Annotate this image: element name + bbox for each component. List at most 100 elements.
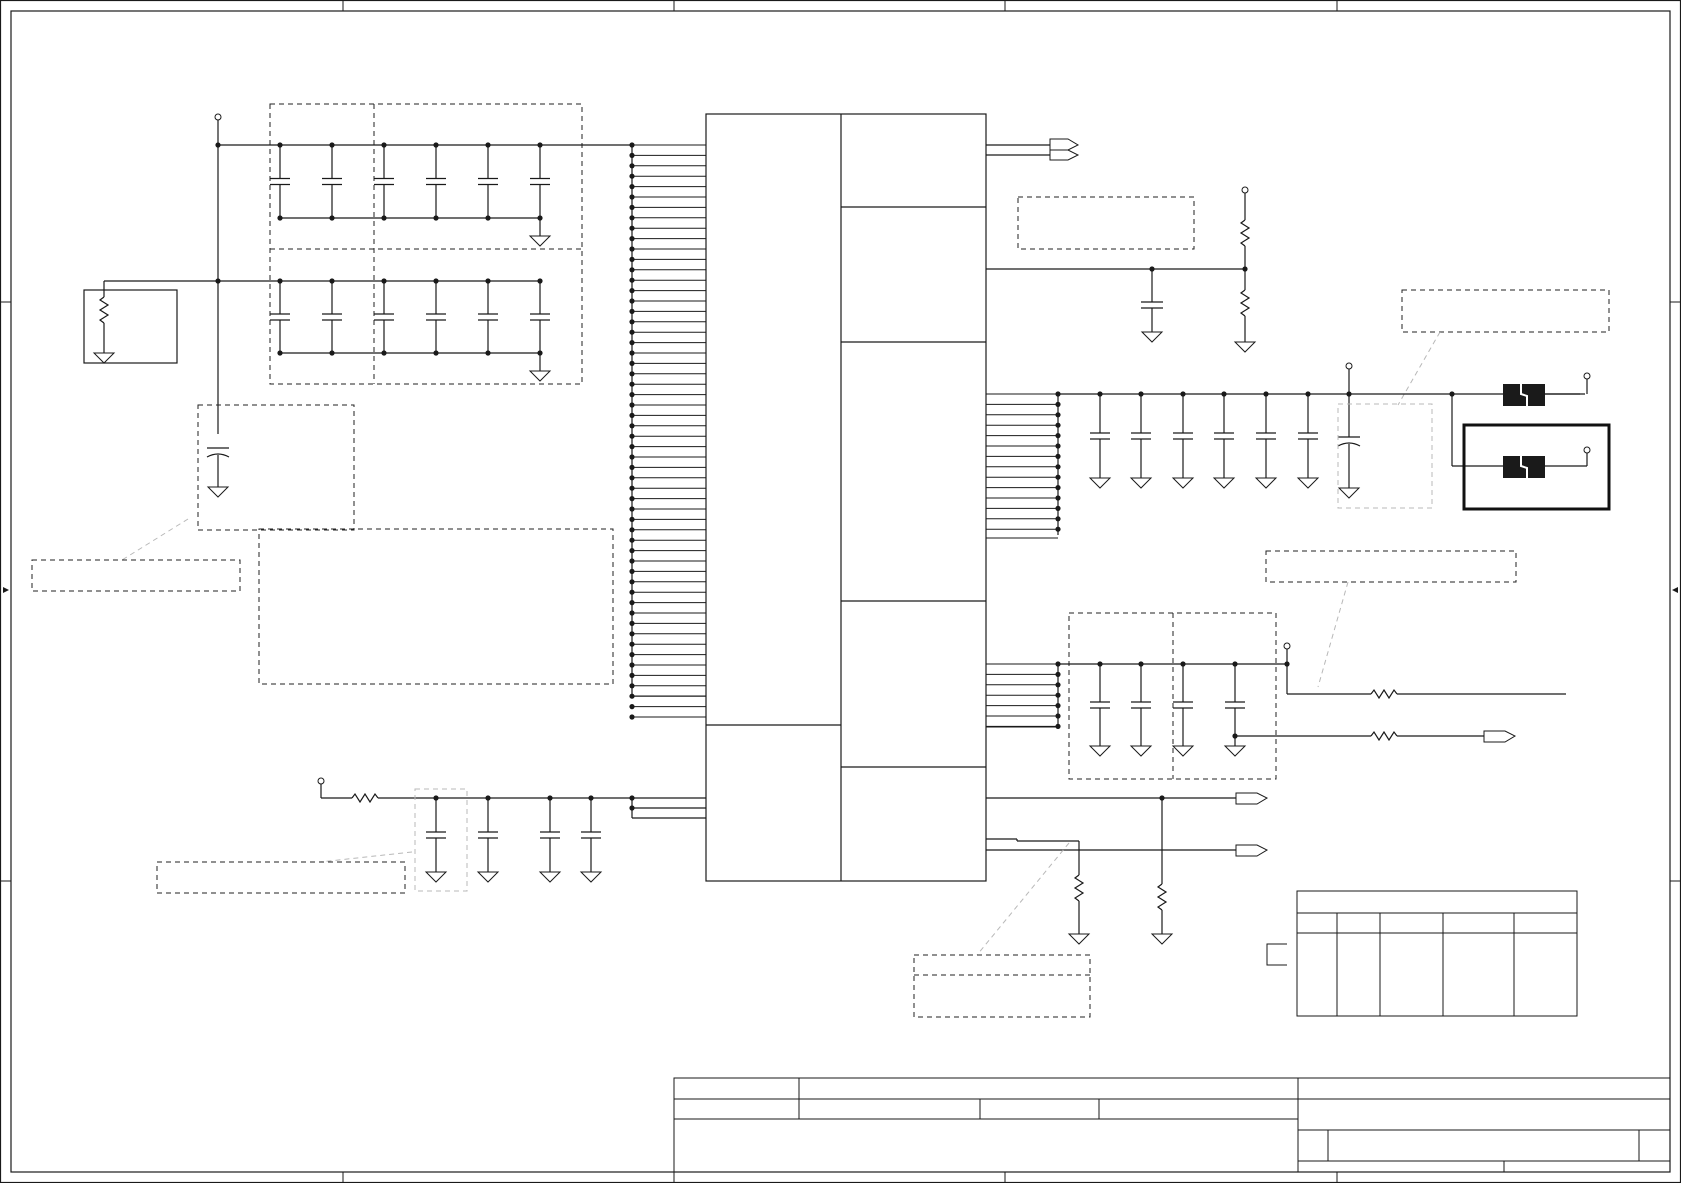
capacitor-icon: [1090, 664, 1110, 746]
power-rail-icon: [1241, 186, 1249, 194]
junction-dot: [629, 506, 635, 512]
capacitor-icon: [270, 281, 290, 353]
junction-dot: [629, 298, 635, 304]
ferrite-bead-icon: [1503, 456, 1545, 478]
capacitor-icon: [426, 798, 446, 872]
junction-dot: [1055, 474, 1061, 480]
capacitor-icon: [1298, 394, 1318, 478]
capacitor-icon: [1173, 394, 1193, 478]
junction-dot: [1055, 464, 1061, 470]
junction-dot: [629, 184, 635, 190]
junction-dot: [629, 568, 635, 575]
capacitor-icon: [322, 281, 342, 353]
junction-dot: [1055, 485, 1061, 491]
power-rail-icon: [214, 113, 222, 121]
junction-dot: [1055, 703, 1061, 709]
ground-symbol-icon: [1171, 477, 1195, 489]
junction-dot: [381, 350, 387, 356]
junction-dot: [629, 423, 635, 429]
junction-dot: [629, 319, 635, 325]
junction-dot: [1055, 526, 1061, 532]
ground-symbol-icon: [1254, 477, 1278, 489]
junction-dot: [629, 641, 635, 647]
junction-dot: [629, 548, 635, 554]
junction-dot: [629, 371, 635, 377]
capacitor-icon: [530, 281, 550, 353]
resistor-icon: [351, 792, 379, 804]
junction-dot: [629, 350, 635, 356]
ground-symbol-icon: [1088, 745, 1112, 757]
capacitor-icon: [1214, 394, 1234, 478]
ground-symbol-icon: [1223, 745, 1247, 757]
junction-dot: [629, 558, 635, 564]
capacitor-icon: [478, 281, 498, 353]
capacitor-icon: [1256, 394, 1276, 478]
junction-dot: [629, 464, 635, 470]
junction-dot: [629, 485, 635, 491]
resistor-icon: [1370, 688, 1398, 700]
top-output-pair: [986, 138, 1080, 161]
junction-dot: [329, 350, 335, 356]
ground-symbol-icon: [1067, 933, 1091, 945]
power-rail-icon: [1345, 362, 1353, 370]
schematic-canvas: [0, 0, 1681, 1183]
junction-dot: [629, 600, 635, 606]
power-rail-icon: [317, 777, 325, 785]
offsheet-connector-icon[interactable]: [1049, 138, 1080, 151]
junction-dot: [629, 527, 635, 533]
rail-decoupling: [1088, 362, 1361, 499]
junction-dot: [1055, 505, 1061, 511]
bottom-outputs: [913, 792, 1269, 1018]
resistor-icon: [1073, 874, 1085, 902]
junction-dot: [1055, 401, 1061, 407]
capacitor-icon: [1131, 664, 1151, 746]
capacitor-icon: [426, 145, 446, 218]
junction-dot: [629, 392, 635, 398]
resistor-icon: [1370, 730, 1398, 742]
offsheet-connector-icon[interactable]: [1235, 844, 1269, 857]
note-box: [258, 528, 614, 685]
main-ic[interactable]: [705, 113, 987, 882]
power-rail-icon: [1283, 642, 1291, 650]
offsheet-connector-icon[interactable]: [1049, 149, 1080, 161]
io-decoupling: [986, 550, 1566, 780]
capacitor-icon: [581, 798, 601, 872]
junction-dot: [433, 350, 439, 356]
junction-dot: [629, 267, 635, 273]
junction-dot: [629, 714, 635, 720]
junction-dot: [629, 308, 635, 314]
junction-dot: [629, 288, 635, 294]
junction-dot: [1055, 422, 1061, 428]
ground-symbol-icon: [92, 352, 116, 364]
junction-dot: [1055, 692, 1061, 698]
junction-dot: [629, 433, 635, 439]
capacitor-icon: [530, 145, 550, 218]
ground-symbol-icon: [579, 871, 603, 883]
resistor-icon: [98, 296, 110, 324]
revision-table: [1266, 890, 1578, 1017]
junction-dot: [629, 683, 635, 689]
junction-dot: [629, 329, 635, 335]
junction-dot: [629, 381, 635, 387]
junction-dot: [329, 215, 335, 221]
junction-dot: [629, 516, 635, 523]
ground-symbol-icon: [1150, 933, 1174, 945]
junction-dot: [485, 350, 491, 356]
ground-symbol-icon: [1129, 745, 1153, 757]
right-pin-bus-upper: [986, 391, 1061, 539]
capacitor-icon: [426, 281, 446, 353]
ground-symbol-icon: [1171, 745, 1195, 757]
ground-symbol-icon: [528, 370, 552, 382]
junction-dot: [277, 215, 283, 221]
offsheet-connector-icon[interactable]: [1235, 792, 1269, 805]
junction-dot: [629, 652, 635, 658]
junction-dot: [629, 246, 635, 252]
ground-symbol-icon: [1140, 331, 1164, 343]
junction-dot: [1055, 495, 1061, 501]
capacitor-icon: [1131, 394, 1151, 478]
junction-dot: [629, 402, 635, 408]
offsheet-connector-icon[interactable]: [1483, 730, 1517, 743]
ground-symbol-icon: [1129, 477, 1153, 489]
left-pin-bus: [629, 142, 706, 720]
ferrite-bead-icon: [1503, 384, 1545, 406]
